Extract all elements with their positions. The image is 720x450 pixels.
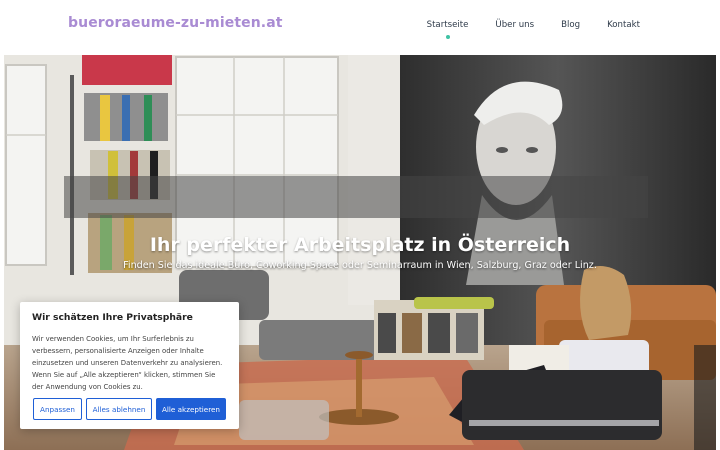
main-nav: Startseite Über uns Blog Kontakt	[427, 20, 640, 39]
page: bueroraeume-zu-mieten.at Startseite Über…	[0, 0, 720, 450]
nav-item-ueber-uns[interactable]: Über uns	[495, 20, 534, 30]
site-header: bueroraeume-zu-mieten.at Startseite Über…	[0, 0, 720, 55]
hero-title: Ihr perfekter Arbeitsplatz in Österreich	[149, 234, 571, 256]
hero-title-band	[64, 176, 648, 218]
site-logo[interactable]: bueroraeume-zu-mieten.at	[68, 15, 283, 31]
nav-item-kontakt[interactable]: Kontakt	[607, 20, 640, 30]
customize-button[interactable]: Anpassen	[33, 398, 82, 420]
cookie-text: Wir verwenden Cookies, um Ihr Surferlebn…	[32, 335, 223, 391]
hero-subtitle: Finden Sie das ideale Büro, Coworking Sp…	[123, 260, 597, 271]
nav-item-startseite[interactable]: Startseite	[427, 20, 468, 39]
nav-item-blog[interactable]: Blog	[561, 20, 580, 30]
cookie-title: Wir schätzen Ihre Privatsphäre	[32, 312, 193, 323]
reject-all-button[interactable]: Alles ablehnen	[86, 398, 152, 420]
accept-all-button[interactable]: Alle akzeptieren	[156, 398, 226, 420]
cookie-buttons: Anpassen Alles ablehnen Alle akzeptieren	[33, 398, 226, 420]
cookie-consent-dialog: Wir schätzen Ihre Privatsphäre Wir verwe…	[20, 302, 239, 429]
